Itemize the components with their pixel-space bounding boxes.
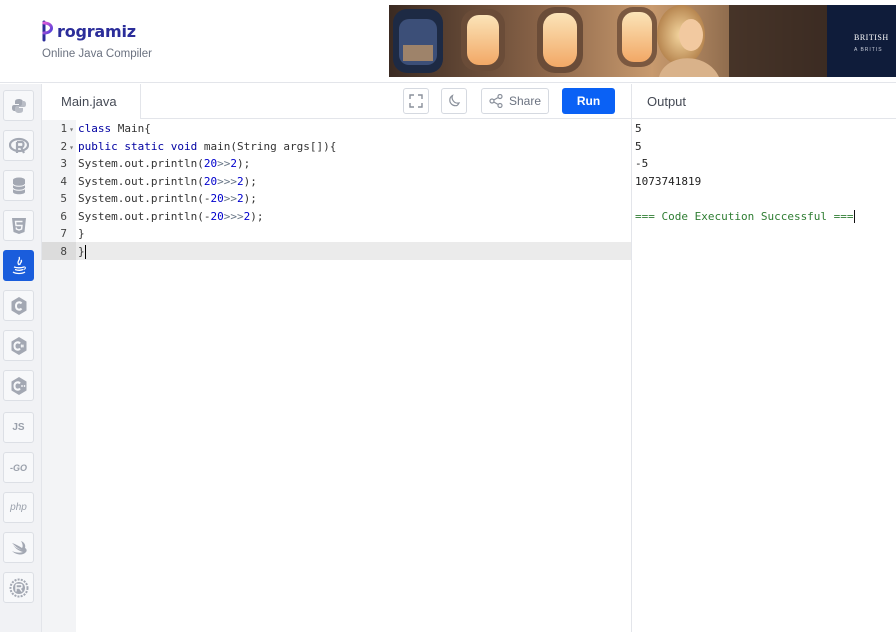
sidebar-item-rust[interactable] [3,572,34,603]
r-icon [8,137,29,153]
output-console[interactable]: 5 5 -5 1073741819 === Code Execution Suc… [632,120,896,632]
output-line: 1073741819 [635,174,702,188]
code-line: System.out.println(20>>2); [78,157,251,170]
output-title: Output [632,84,896,119]
sidebar-item-c[interactable] [3,290,34,321]
sidebar-item-cpp[interactable] [3,370,34,401]
sidebar-item-swift[interactable] [3,532,34,563]
ad-brand-text: BRITISH [854,33,889,42]
programiz-logo[interactable]: rogramiz [42,20,136,42]
java-icon [12,256,26,274]
fullscreen-icon [409,94,423,108]
line-number: 3 [60,157,67,170]
code-line: System.out.println(-20>>2); [78,192,257,205]
code-line: } [78,244,86,259]
language-sidebar: JS -GO php [0,84,42,632]
active-line-highlight [76,242,632,260]
advertisement-banner[interactable]: BRITISH A BRITIS [389,5,896,77]
share-icon [489,94,503,108]
fullscreen-button[interactable] [403,88,429,114]
database-icon [12,177,25,194]
line-number-gutter: 1 ▾ 2 ▾ 3 4 5 6 7 8 [42,120,76,632]
sidebar-item-html[interactable] [3,210,34,241]
output-line: -5 [635,157,649,170]
line-number: 7 [60,227,67,240]
code-line: } [78,227,85,240]
text-cursor [84,244,86,259]
sidebar-item-r[interactable] [3,130,34,161]
rust-icon [9,578,28,597]
dark-mode-button[interactable] [441,88,467,114]
output-line: 5 [635,122,642,135]
code-line: public static void main(String args[]){ [78,139,337,153]
ad-airplane-photo [389,5,827,77]
run-button[interactable]: Run [562,88,615,114]
code-line: class Main{ [78,122,151,135]
editor-toolbar: Main.java Share Run [42,84,632,119]
line-number: 5 [60,192,67,205]
sidebar-item-java[interactable] [3,250,34,281]
swift-icon [11,540,27,555]
share-label: Share [508,94,542,108]
sidebar-item-python[interactable] [3,90,34,121]
line-number: 1 ▾ [60,122,74,135]
moon-icon [449,94,461,107]
tab-main-java[interactable]: Main.java [42,84,141,119]
line-number: 4 [60,174,67,188]
sidebar-item-sql[interactable] [3,170,34,201]
line-number: 2 ▾ [60,139,74,153]
ad-tagline: A BRITIS [854,47,883,53]
fold-arrow-icon: ▾ [69,142,74,152]
sidebar-item-csharp[interactable] [3,330,34,361]
html5-icon [11,217,26,234]
ad-brand-panel: BRITISH A BRITIS [827,5,896,77]
programiz-logo-mark [42,20,53,42]
site-header: rogramiz Online Java Compiler BRITISH A … [0,0,896,83]
line-number: 8 [60,244,67,258]
logo-text: rogramiz [57,21,136,41]
output-line: 5 [635,139,642,153]
sidebar-item-go[interactable]: -GO [3,452,34,483]
csharp-icon [11,336,26,355]
fold-arrow-icon: ▾ [69,125,74,134]
line-number: 6 [60,209,67,223]
page-subtitle: Online Java Compiler [42,48,152,60]
cpp-icon [11,376,26,395]
c-icon [11,296,26,315]
code-line: System.out.println(-20>>>2); [78,209,264,223]
code-text-area[interactable]: class Main{ public static void main(Stri… [76,120,632,632]
sidebar-item-php[interactable]: php [3,492,34,523]
execution-status-line: === Code Execution Successful === [635,208,855,226]
execution-status-text: === Code Execution Successful === [635,209,854,223]
python-icon [11,98,26,113]
code-editor[interactable]: 1 ▾ 2 ▾ 3 4 5 6 7 8 class Main{ public sta… [42,120,632,632]
share-button[interactable]: Share [481,88,549,114]
code-line: System.out.println(20>>>2); [78,174,257,188]
console-cursor [853,210,855,223]
sidebar-item-javascript[interactable]: JS [3,412,34,443]
